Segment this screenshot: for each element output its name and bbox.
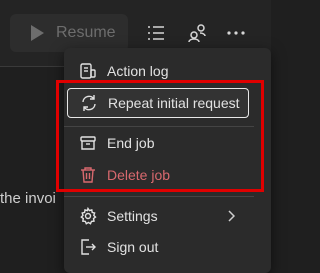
action-log-icon [78,61,98,81]
background-text: the invoi [0,190,56,207]
menu-item-label: Settings [107,208,158,224]
menu-item-label: Delete job [107,167,171,183]
people-icon[interactable] [186,22,208,44]
menu-separator [64,196,254,197]
resume-button[interactable]: Resume [10,14,128,52]
menu-item-label: Action log [107,63,169,79]
more-icon[interactable] [225,22,247,44]
menu-item-end-job[interactable]: End job [64,128,254,158]
gear-icon [78,206,98,226]
archive-icon [78,133,98,153]
play-icon [28,24,46,42]
menu-item-action-log[interactable]: Action log [64,56,254,86]
menu-item-settings[interactable]: Settings [64,201,245,231]
menu-item-repeat-initial-request[interactable]: Repeat initial request [67,88,249,118]
menu-item-label: Sign out [107,239,159,255]
list-icon[interactable] [145,22,167,44]
menu-item-delete-job[interactable]: Delete job [64,160,254,190]
repeat-icon [79,93,99,113]
menu-item-label: Repeat initial request [108,95,240,111]
menu-separator [64,126,254,127]
menu-item-label: End job [107,135,155,151]
resume-label: Resume [56,24,116,41]
overflow-menu: Action log Repeat initial request End jo… [64,48,271,273]
menu-item-sign-out[interactable]: Sign out [64,232,254,262]
chevron-right-icon [227,209,236,225]
trash-icon [78,165,98,185]
sign-out-icon [78,237,98,257]
